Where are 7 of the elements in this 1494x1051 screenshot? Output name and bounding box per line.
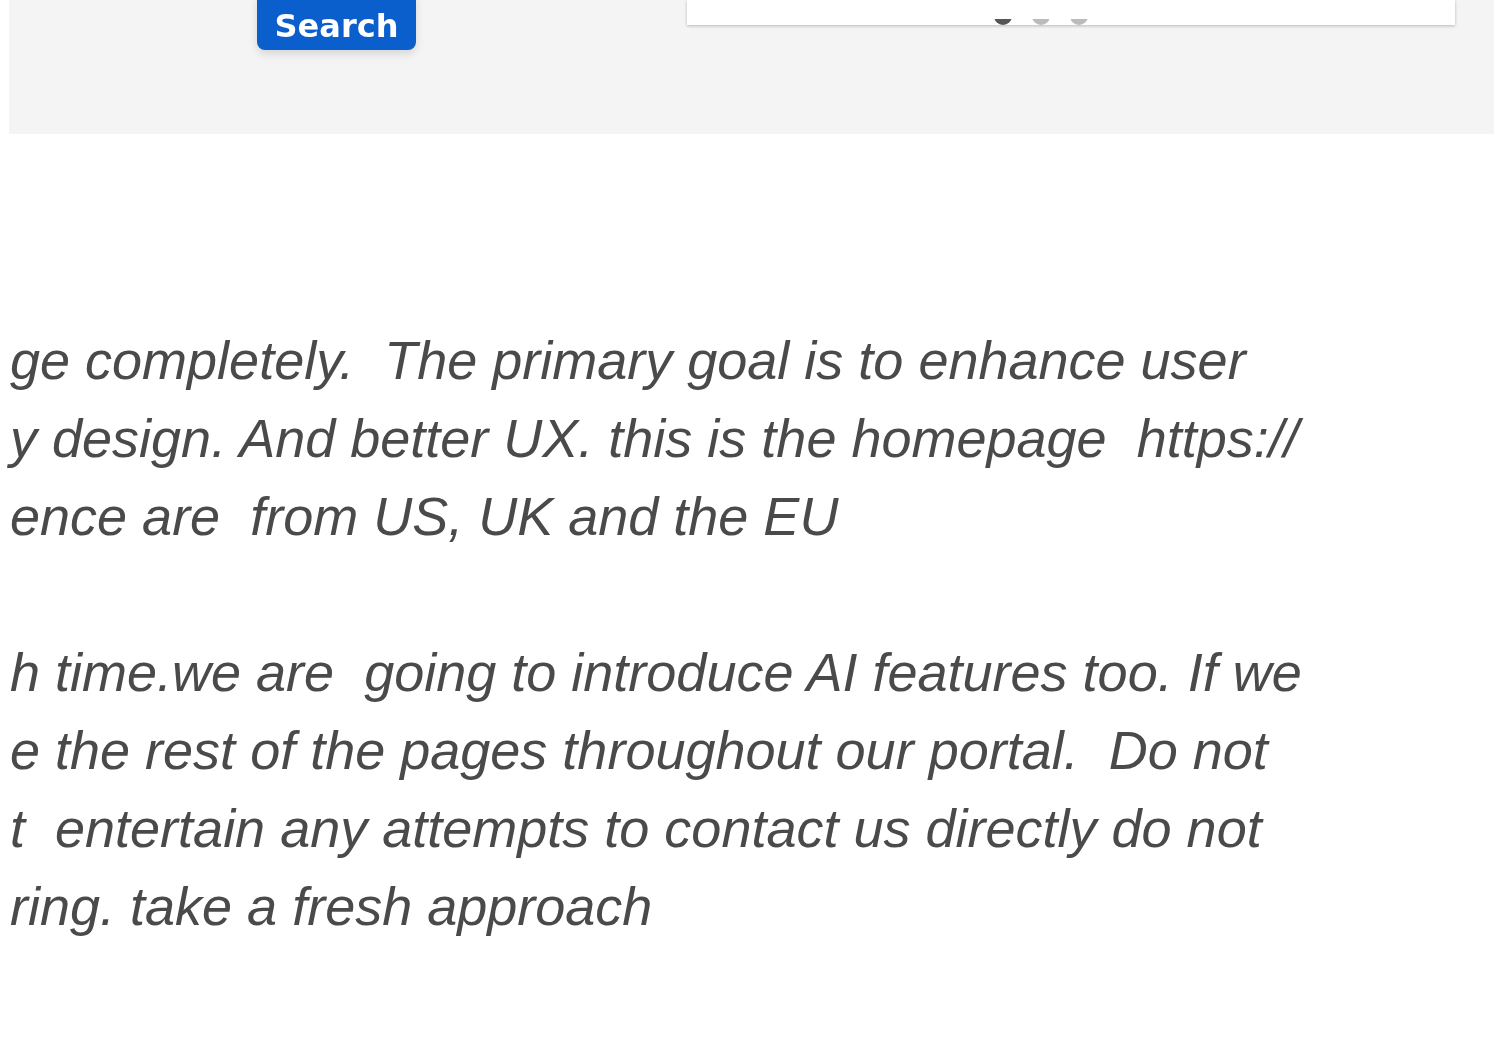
text-line: ence are from US, UK and the EU <box>9 485 839 548</box>
text-line: h time.we are going to introduce AI features too. If we <box>9 641 1302 704</box>
text-line: ge completely. The primary goal is to enhance user <box>9 329 1246 392</box>
text-line: ring. take a fresh approach <box>9 875 653 938</box>
search-button[interactable]: Search <box>257 0 416 50</box>
text-line: t entertain any attempts to contact us directly do not <box>9 797 1262 860</box>
text-line: e the rest of the pages throughout our portal. Do not <box>9 719 1268 782</box>
